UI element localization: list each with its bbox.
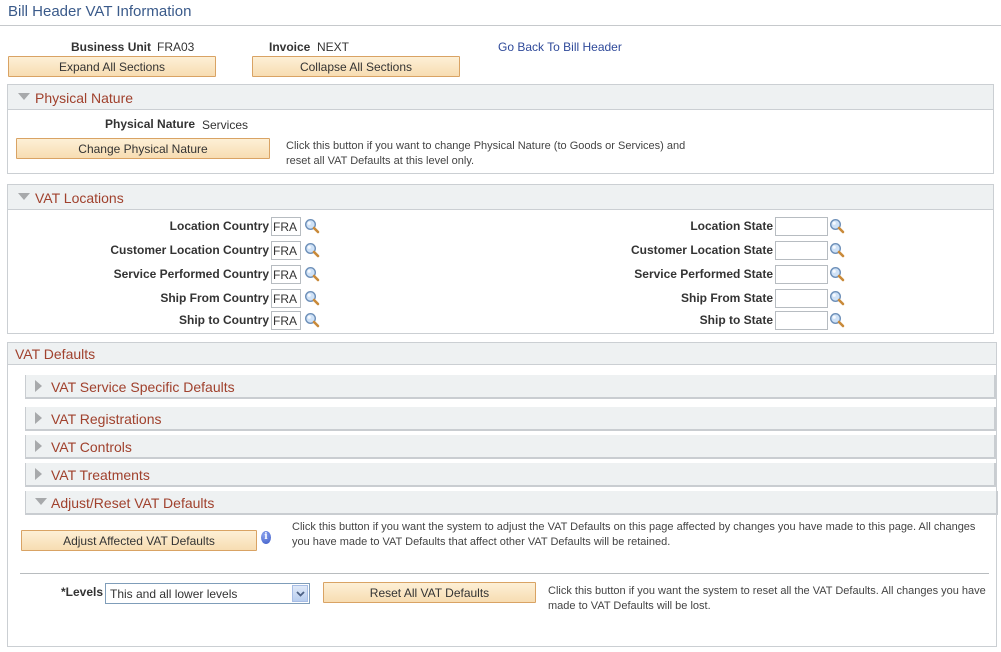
help-line: Click this button if you want the system… [292,521,976,533]
lookup-search-icon[interactable] [304,242,320,258]
lookup-search-icon[interactable] [829,312,845,328]
state-input[interactable] [775,265,828,284]
subsection-title[interactable]: VAT Controls [51,439,132,455]
go-back-to-bill-header-link[interactable]: Go Back To Bill Header [498,40,622,54]
country-input[interactable] [271,265,301,284]
country-input[interactable] [271,241,301,260]
business-unit-label: Business Unit [71,40,152,54]
help-line: made to VAT Defaults will be lost. [548,600,711,612]
lookup-search-icon[interactable] [304,290,320,306]
info-icon[interactable]: i [261,531,271,544]
state-input[interactable] [775,289,828,308]
title-divider [0,25,1001,26]
lookup-search-icon[interactable] [829,218,845,234]
subsection-title[interactable]: VAT Service Specific Defaults [51,379,235,395]
help-line: reset all VAT Defaults at this level onl… [286,155,475,167]
lookup-search-icon[interactable] [829,266,845,282]
physical-nature-value: Services [202,118,249,132]
vat-defaults-section: VAT Defaults VAT Service Specific Defaul… [7,342,998,647]
collapse-all-sections-button[interactable]: Collapse All Sections [252,56,460,77]
subsection-title[interactable]: Adjust/Reset VAT Defaults [51,495,214,511]
subsection-title[interactable]: VAT Registrations [51,411,162,427]
state-label: Ship From State [680,291,773,305]
levels-label: *Levels [61,585,104,599]
vat-defaults-title: VAT Defaults [15,346,96,362]
expand-triangle-icon[interactable] [35,412,42,424]
page-title: Bill Header VAT Information [8,3,192,20]
subsection-vat-registrations[interactable]: VAT Registrations [25,407,996,431]
levels-selected-value: This and all lower levels [110,587,238,601]
expand-triangle-icon[interactable] [35,380,42,392]
levels-select[interactable]: This and all lower levels [105,583,310,604]
country-label: Ship From Country [160,291,269,305]
collapse-triangle-icon[interactable] [18,93,30,100]
collapse-triangle-icon[interactable] [35,498,47,505]
subsection-vat-controls[interactable]: VAT Controls [25,435,996,459]
physical-nature-header[interactable]: Physical Nature [8,85,993,110]
vat-locations-section: VAT Locations Location Country Customer … [7,184,994,334]
subsection-vat-treatments[interactable]: VAT Treatments [25,463,996,487]
chevron-down-icon[interactable] [292,585,308,602]
state-input[interactable] [775,241,828,260]
reset-all-vat-defaults-button[interactable]: Reset All VAT Defaults [323,582,536,603]
help-line: you have made to VAT Defaults that affec… [292,536,671,548]
adjust-affected-vat-defaults-button[interactable]: Adjust Affected VAT Defaults [21,530,257,551]
state-label: Ship to State [699,313,773,327]
physical-nature-help-text: Click this button if you want to change … [286,139,706,169]
country-label: Service Performed Country [113,267,269,281]
physical-nature-section: Physical Nature Physical Nature Services… [7,84,994,174]
adjust-help-text: Click this button if you want the system… [292,520,992,550]
change-physical-nature-button[interactable]: Change Physical Nature [16,138,270,159]
vat-locations-header[interactable]: VAT Locations [8,185,993,210]
help-line: Click this button if you want to change … [286,140,686,152]
subsection-adjust-reset-vat-defaults[interactable]: Adjust/Reset VAT Defaults [25,491,998,515]
invoice-label: Invoice [269,40,311,54]
country-label: Ship to Country [179,313,269,327]
state-label: Customer Location State [630,243,773,257]
invoice-value: NEXT [317,40,350,54]
physical-nature-title[interactable]: Physical Nature [35,90,133,106]
expand-all-sections-button[interactable]: Expand All Sections [8,56,216,77]
country-input[interactable] [271,311,301,330]
lookup-search-icon[interactable] [304,312,320,328]
lookup-search-icon[interactable] [829,242,845,258]
expand-triangle-icon[interactable] [35,440,42,452]
lookup-search-icon[interactable] [829,290,845,306]
help-line: Click this button if you want the system… [548,585,986,597]
vat-locations-title[interactable]: VAT Locations [35,190,124,206]
country-input[interactable] [271,289,301,308]
physical-nature-label: Physical Nature [105,117,196,131]
lookup-search-icon[interactable] [304,218,320,234]
country-label: Customer Location Country [110,243,269,257]
subsection-title[interactable]: VAT Treatments [51,467,150,483]
country-input[interactable] [271,217,301,236]
business-unit-value: FRA03 [157,40,195,54]
state-input[interactable] [775,311,828,330]
reset-help-text: Click this button if you want the system… [548,584,998,614]
divider [20,573,989,574]
expand-triangle-icon[interactable] [35,468,42,480]
country-label: Location Country [169,219,269,233]
subsection-vat-service-specific-defaults[interactable]: VAT Service Specific Defaults [25,375,996,399]
vat-defaults-header: VAT Defaults [8,343,996,365]
collapse-triangle-icon[interactable] [18,193,30,200]
lookup-search-icon[interactable] [304,266,320,282]
state-label: Service Performed State [634,267,773,281]
state-input[interactable] [775,217,828,236]
state-label: Location State [690,219,773,233]
